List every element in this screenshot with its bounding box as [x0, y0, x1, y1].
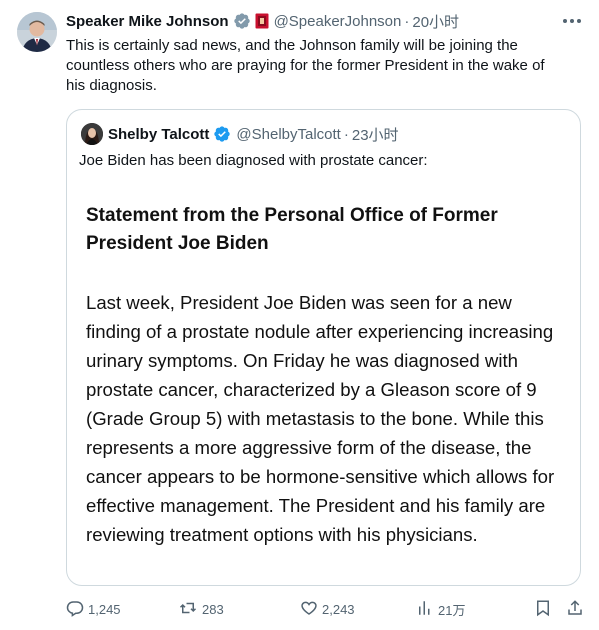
quote-header: Shelby Talcott @ShelbyTalcott · 23小时	[108, 123, 399, 145]
tweet-header: Speaker Mike Johnson @SpeakerJohnson · 2…	[66, 10, 589, 32]
repost-button[interactable]: 283	[178, 598, 224, 620]
quote-author-avatar[interactable]	[81, 123, 103, 145]
author-name[interactable]: Speaker Mike Johnson	[66, 13, 229, 30]
author-handle[interactable]: @SpeakerJohnson	[274, 13, 402, 30]
share-icon	[566, 599, 588, 620]
verified-badge-icon	[213, 125, 231, 143]
statement-title: Statement from the Personal Office of Fo…	[86, 205, 498, 254]
quote-timestamp[interactable]: 23小时	[352, 124, 399, 145]
reply-button[interactable]: 1,245	[66, 598, 121, 620]
separator: ·	[343, 125, 349, 143]
repost-count: 283	[202, 601, 224, 617]
views-button[interactable]: 21万	[416, 598, 465, 620]
author-avatar[interactable]	[17, 12, 57, 52]
government-affiliation-icon	[255, 13, 269, 29]
reply-count: 1,245	[88, 601, 121, 617]
verified-badge-icon	[233, 12, 251, 30]
action-bar: 1,245 283 2,243 21万	[66, 598, 586, 620]
statement-body: Last week, President Joe Biden was seen …	[86, 292, 555, 545]
like-button[interactable]: 2,243	[300, 598, 355, 620]
like-icon	[300, 599, 322, 620]
share-button[interactable]	[566, 598, 588, 620]
bookmark-button[interactable]	[534, 598, 556, 620]
quote-author-name[interactable]: Shelby Talcott	[108, 126, 209, 143]
more-options-icon[interactable]	[561, 12, 583, 30]
repost-icon	[178, 599, 202, 620]
quoted-tweet-card[interactable]: Shelby Talcott @ShelbyTalcott · 23小时 Joe…	[66, 109, 581, 586]
tweet-text: This is certainly sad news, and the John…	[66, 37, 545, 94]
like-count: 2,243	[322, 601, 355, 617]
timestamp[interactable]: 20小时	[412, 11, 459, 32]
quote-author-handle[interactable]: @ShelbyTalcott	[236, 126, 340, 143]
separator: ·	[404, 12, 410, 30]
bookmark-icon	[534, 599, 556, 620]
views-icon	[416, 599, 438, 620]
reply-icon	[66, 599, 88, 620]
quote-text: Joe Biden has been diagnosed with prosta…	[79, 152, 428, 169]
views-count: 21万	[438, 602, 466, 618]
